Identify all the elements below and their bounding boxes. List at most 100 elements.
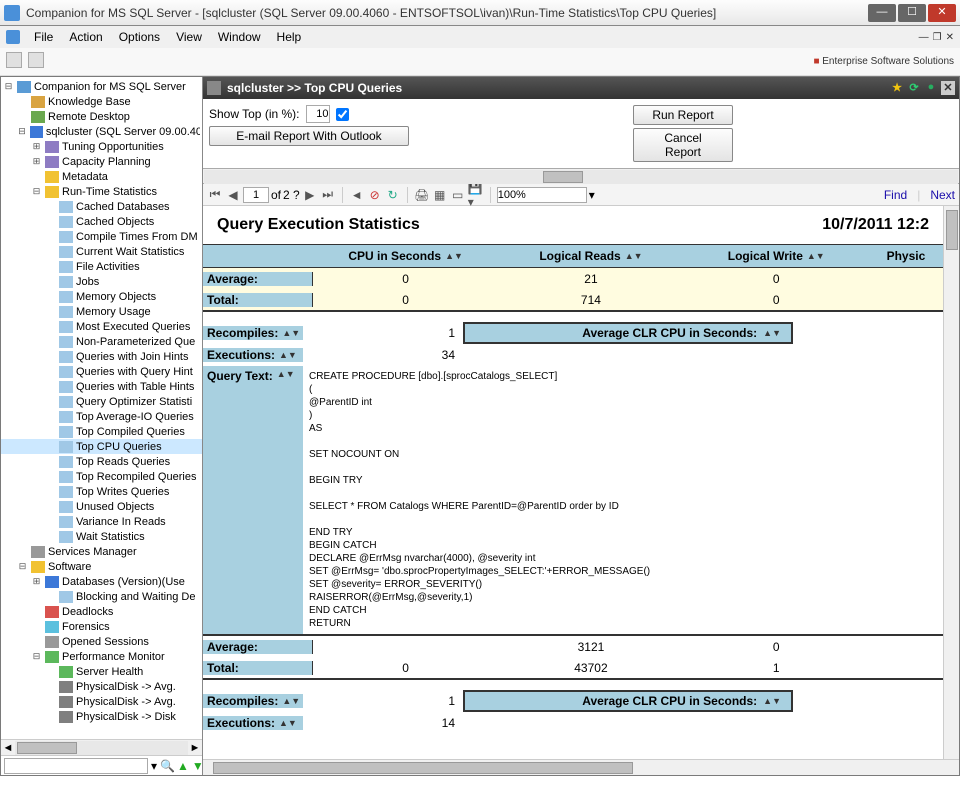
- prev-page-icon[interactable]: ◀: [225, 187, 241, 203]
- tree-node[interactable]: Query Optimizer Statisti: [1, 394, 202, 409]
- tree-node[interactable]: Top CPU Queries: [1, 439, 202, 454]
- tree-node[interactable]: Opened Sessions: [1, 634, 202, 649]
- tree-label[interactable]: Non-Parameterized Que: [76, 336, 195, 348]
- sort-icon[interactable]: ▲▼: [277, 369, 295, 379]
- tree-node[interactable]: Knowledge Base: [1, 94, 202, 109]
- expander-icon[interactable]: ⊟: [3, 81, 14, 92]
- tree-node[interactable]: PhysicalDisk -> Avg.: [1, 694, 202, 709]
- toolbar-btn-2[interactable]: [28, 52, 44, 68]
- tree-node[interactable]: Cached Objects: [1, 214, 202, 229]
- back-icon[interactable]: ◄: [349, 187, 365, 203]
- show-top-checkbox[interactable]: [336, 108, 349, 121]
- tree-node[interactable]: ⊞Tuning Opportunities: [1, 139, 202, 154]
- tree-label[interactable]: Current Wait Statistics: [76, 246, 184, 258]
- tree-node[interactable]: Services Manager: [1, 544, 202, 559]
- tree-label[interactable]: Cached Databases: [76, 201, 170, 213]
- tree-node[interactable]: Top Compiled Queries: [1, 424, 202, 439]
- tree-node[interactable]: ⊟Performance Monitor: [1, 649, 202, 664]
- stop-icon[interactable]: ⊘: [367, 187, 383, 203]
- tree[interactable]: ⊟ Companion for MS SQL Server Knowledge Ba…: [1, 77, 202, 739]
- tree-label[interactable]: Wait Statistics: [76, 531, 145, 543]
- tree-node[interactable]: Deadlocks: [1, 604, 202, 619]
- sort-icon[interactable]: ▲▼: [282, 328, 300, 338]
- menu-window[interactable]: Window: [210, 28, 269, 46]
- tree-node[interactable]: Unused Objects: [1, 499, 202, 514]
- tree-label[interactable]: Most Executed Queries: [76, 321, 190, 333]
- sort-icon[interactable]: ▲▼: [279, 350, 297, 360]
- layout-icon[interactable]: ▦: [432, 187, 448, 203]
- tree-label[interactable]: Cached Objects: [76, 216, 154, 228]
- tree-node[interactable]: Most Executed Queries: [1, 319, 202, 334]
- report-hscroll[interactable]: [203, 759, 959, 775]
- sort-icon[interactable]: ▲▼: [763, 328, 781, 338]
- sort-icon[interactable]: ▲▼: [279, 718, 297, 728]
- tree-node[interactable]: ⊟Run-Time Statistics: [1, 184, 202, 199]
- email-report-button[interactable]: E-mail Report With Outlook: [209, 126, 409, 146]
- expander-icon[interactable]: ⊟: [17, 126, 27, 137]
- tree-label[interactable]: Top Reads Queries: [76, 456, 170, 468]
- first-page-icon[interactable]: ⏮: [207, 187, 223, 203]
- tree-label[interactable]: Top Writes Queries: [76, 486, 169, 498]
- tree-label[interactable]: Top Compiled Queries: [76, 426, 185, 438]
- favorite-icon[interactable]: ★: [890, 81, 904, 95]
- tree-node[interactable]: PhysicalDisk -> Avg.: [1, 679, 202, 694]
- tree-label[interactable]: Run-Time Statistics: [62, 186, 157, 198]
- col-write[interactable]: Logical Write: [728, 249, 803, 263]
- tree-label[interactable]: Memory Usage: [76, 306, 151, 318]
- tree-label[interactable]: Top CPU Queries: [76, 441, 162, 453]
- col-reads[interactable]: Logical Reads: [539, 249, 620, 263]
- tree-node[interactable]: Queries with Table Hints: [1, 379, 202, 394]
- sort-icon[interactable]: ▲▼: [763, 696, 781, 706]
- up-icon[interactable]: ▲: [177, 759, 189, 773]
- maximize-button[interactable]: ☐: [898, 4, 926, 22]
- tree-node[interactable]: Memory Objects: [1, 289, 202, 304]
- col-cpu[interactable]: CPU in Seconds: [348, 249, 441, 263]
- tree-node[interactable]: Server Health: [1, 664, 202, 679]
- zoom-select[interactable]: [497, 187, 587, 203]
- tree-node[interactable]: Current Wait Statistics: [1, 244, 202, 259]
- reload-icon[interactable]: ↻: [385, 187, 401, 203]
- tree-node[interactable]: ⊟ Software: [1, 559, 202, 574]
- show-top-input[interactable]: [306, 105, 330, 123]
- sort-icon[interactable]: ▲▼: [807, 251, 825, 261]
- run-report-button[interactable]: Run Report: [633, 105, 733, 125]
- tree-node[interactable]: Top Average-IO Queries: [1, 409, 202, 424]
- tree-hscroll[interactable]: ◄ ►: [1, 739, 202, 755]
- tree-label[interactable]: Queries with Query Hint: [76, 366, 193, 378]
- tree-label[interactable]: Memory Objects: [76, 291, 156, 303]
- mdi-minimize[interactable]: —: [919, 32, 929, 43]
- tree-node[interactable]: ⊞ Databases (Version)(Use: [1, 574, 202, 589]
- tree-label[interactable]: Tuning Opportunities: [62, 141, 164, 153]
- expander-icon[interactable]: ⊟: [17, 561, 28, 572]
- tree-label[interactable]: PhysicalDisk -> Avg.: [76, 696, 176, 708]
- minimize-button[interactable]: —: [868, 4, 896, 22]
- find-link[interactable]: Find: [884, 188, 907, 202]
- tree-label[interactable]: Queries with Join Hints: [76, 351, 189, 363]
- tree-node[interactable]: Queries with Query Hint: [1, 364, 202, 379]
- tree-label[interactable]: Forensics: [62, 621, 110, 633]
- tree-label[interactable]: Query Optimizer Statisti: [76, 396, 192, 408]
- tree-label[interactable]: Knowledge Base: [48, 96, 131, 108]
- tree-label[interactable]: Companion for MS SQL Server: [34, 81, 186, 93]
- refresh-icon[interactable]: ⟳: [907, 81, 921, 95]
- hsplitter-1[interactable]: [203, 168, 959, 184]
- tree-node[interactable]: Variance In Reads: [1, 514, 202, 529]
- tree-label[interactable]: Opened Sessions: [62, 636, 149, 648]
- tree-label[interactable]: Metadata: [62, 171, 108, 183]
- toolbar-btn-1[interactable]: [6, 52, 22, 68]
- tree-node[interactable]: PhysicalDisk -> Disk: [1, 709, 202, 724]
- tree-search-input[interactable]: [4, 758, 148, 774]
- sort-icon[interactable]: ▲▼: [625, 251, 643, 261]
- expander-icon[interactable]: ⊞: [31, 576, 42, 587]
- tree-label[interactable]: Compile Times From DM: [76, 231, 198, 243]
- tree-node[interactable]: Jobs: [1, 274, 202, 289]
- last-page-icon[interactable]: ⏭: [320, 187, 336, 203]
- tree-node[interactable]: Top Reads Queries: [1, 454, 202, 469]
- tree-label[interactable]: Databases (Version)(Use: [62, 576, 185, 588]
- tree-label[interactable]: Software: [48, 561, 91, 573]
- tree-label[interactable]: Unused Objects: [76, 501, 154, 513]
- tree-label[interactable]: PhysicalDisk -> Disk: [76, 711, 176, 723]
- print-icon[interactable]: 🖨: [414, 187, 430, 203]
- tree-label[interactable]: Top Recompiled Queries: [76, 471, 196, 483]
- next-page-icon[interactable]: ▶: [302, 187, 318, 203]
